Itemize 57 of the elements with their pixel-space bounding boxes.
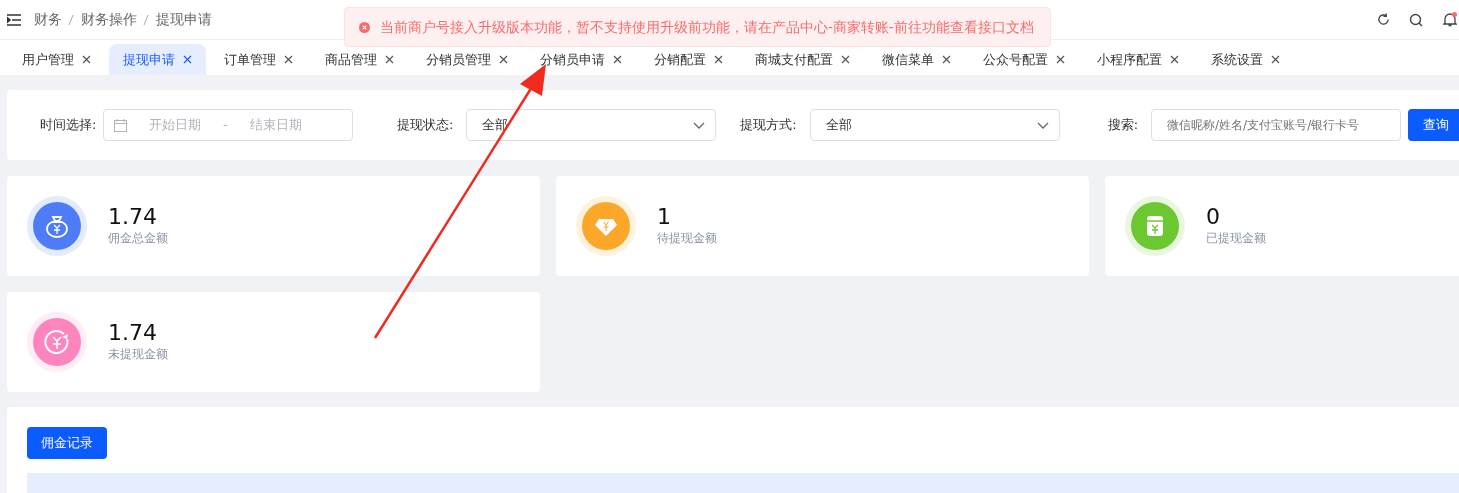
- tab[interactable]: 公众号配置: [969, 44, 1079, 75]
- tab[interactable]: 订单管理: [210, 44, 307, 75]
- stat-label: 未提现金额: [108, 346, 168, 364]
- close-icon[interactable]: [1170, 55, 1179, 64]
- close-icon[interactable]: [942, 55, 951, 64]
- bell-icon[interactable]: [1442, 12, 1457, 27]
- tab[interactable]: 分销员申请: [526, 44, 636, 75]
- start-date-placeholder: 开始日期: [148, 116, 201, 135]
- tab[interactable]: 商品管理: [311, 44, 408, 75]
- close-icon[interactable]: [613, 55, 622, 64]
- end-date-placeholder: 结束日期: [249, 116, 302, 135]
- field-label: 提现状态:: [396, 116, 454, 135]
- calendar-icon: [113, 118, 127, 132]
- close-icon[interactable]: [1056, 55, 1065, 64]
- tab[interactable]: 分销员管理: [412, 44, 522, 75]
- tab[interactable]: 小程序配置: [1083, 44, 1193, 75]
- breadcrumb-separator-icon: [143, 14, 149, 26]
- menu-icon[interactable]: [6, 13, 21, 26]
- stat-value: 1.74: [108, 204, 158, 230]
- range-separator: -: [222, 116, 228, 135]
- field-label: 提现方式:: [740, 116, 797, 135]
- field-label: 时间选择:: [40, 116, 97, 135]
- refresh-icon[interactable]: [1376, 13, 1390, 26]
- stat-label: 佣金总金额: [108, 230, 168, 248]
- tab[interactable]: 用户管理: [8, 44, 105, 75]
- toast-message: 当前商户号接入升级版本功能，暂不支持使用升级前功能，请在产品中心-商家转账-前往功能查看接口文档: [380, 17, 1034, 37]
- close-icon[interactable]: [183, 55, 192, 64]
- tab[interactable]: 提现申请: [109, 44, 206, 75]
- close-icon[interactable]: [1271, 55, 1280, 64]
- chevron-down-icon: [1036, 121, 1049, 129]
- tab[interactable]: 商城支付配置: [741, 44, 864, 75]
- search-icon[interactable]: [1409, 12, 1423, 27]
- tab[interactable]: 分销配置: [640, 44, 737, 75]
- breadcrumb-item[interactable]: 财务操作: [80, 9, 137, 30]
- breadcrumb-separator-icon: [68, 14, 74, 26]
- tab[interactable]: 微信菜单: [868, 44, 965, 75]
- tab[interactable]: 系统设置: [1197, 44, 1294, 75]
- close-icon[interactable]: [499, 55, 508, 64]
- error-icon: [359, 21, 370, 33]
- query-button[interactable]: 查询: [1407, 109, 1459, 141]
- close-icon[interactable]: [82, 55, 91, 64]
- breadcrumb-item[interactable]: 提现申请: [155, 9, 212, 30]
- chevron-down-icon: [693, 121, 706, 129]
- close-icon[interactable]: [714, 55, 723, 64]
- stat-label: 已提现金额: [1206, 230, 1266, 248]
- close-icon[interactable]: [385, 55, 394, 64]
- stat-value: 1: [657, 204, 672, 230]
- close-icon[interactable]: [284, 55, 293, 64]
- stat-label: 待提现金额: [657, 230, 717, 248]
- stat-value: 1.74: [108, 320, 158, 346]
- records-button[interactable]: 佣金记录: [27, 427, 107, 459]
- method-select[interactable]: 全部: [809, 109, 1060, 141]
- search-field[interactable]: 微信昵称/姓名/支付宝账号/银行卡号: [1151, 109, 1402, 141]
- stat-value: 0: [1206, 204, 1221, 230]
- close-icon[interactable]: [841, 55, 850, 64]
- breadcrumb-item[interactable]: 财务: [33, 9, 62, 30]
- field-label: 搜索:: [1107, 116, 1139, 135]
